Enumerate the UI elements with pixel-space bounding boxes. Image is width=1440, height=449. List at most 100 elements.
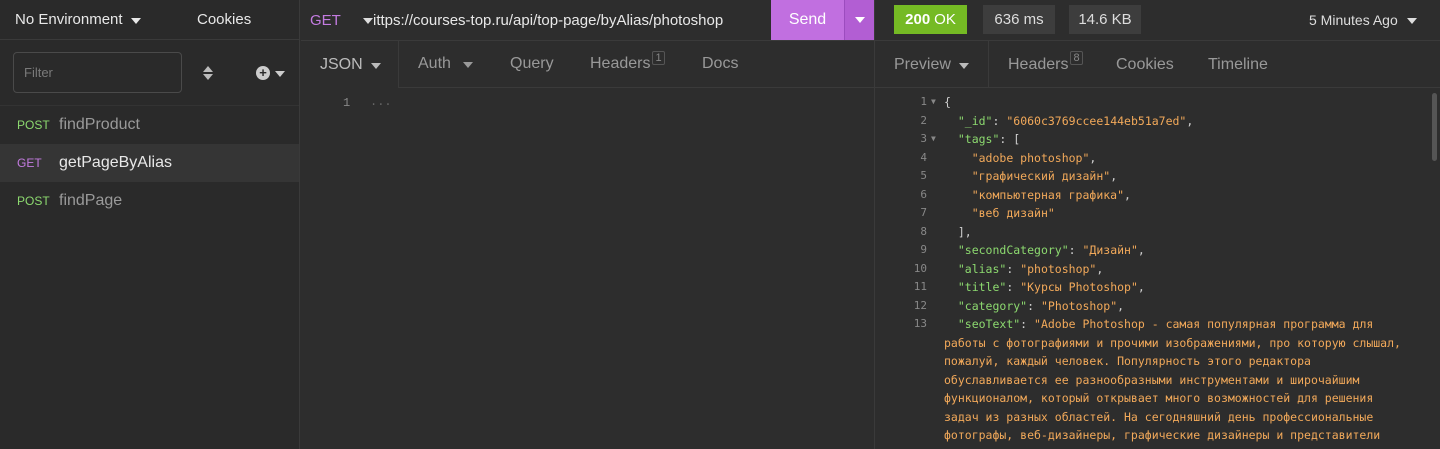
line-number: 1 [920, 95, 927, 108]
json-punct: : [1068, 243, 1083, 257]
chevron-down-icon [275, 70, 285, 77]
code-line: 6 "компьютерная графика", [875, 186, 1440, 205]
line-number: 8 [920, 224, 927, 238]
chevron-down-icon [463, 62, 474, 68]
http-method-label: GET [310, 11, 341, 29]
json-punct: , [1186, 113, 1194, 128]
request-name: findProduct [59, 116, 140, 133]
code-text: "_id": "6060c3769ccee144eb51a7ed", [944, 112, 1193, 131]
http-method-dropdown[interactable]: GET [301, 12, 373, 29]
line-number: 5 [920, 169, 927, 182]
send-options-button[interactable] [844, 0, 874, 40]
code-line: обуславливается ее разнообразными инстру… [875, 371, 1440, 390]
request-body-editor[interactable]: 1 ... [301, 89, 874, 449]
json-key: "tags" [957, 132, 1000, 146]
tab-label: Auth [418, 55, 451, 72]
code-text: пожалуй, каждый человек. Популярность эт… [944, 352, 1311, 371]
code-line: 7 "веб дизайн" [875, 204, 1440, 223]
code-line: 8 ], [875, 223, 1440, 242]
json-key: "title" [957, 280, 1007, 294]
tab-headers[interactable]: Headers 1 [590, 51, 665, 73]
json-string: "6060c3769ccee144eb51a7ed" [1006, 113, 1187, 128]
code-line: 13 "seoText": "Adobe Photoshop - самая п… [875, 315, 1440, 334]
line-number: 1 [343, 96, 351, 110]
add-request-button[interactable]: + [256, 65, 285, 80]
history-dropdown[interactable]: 5 Minutes Ago [1309, 0, 1417, 40]
json-punct: : [ [999, 132, 1021, 146]
tab-label: JSON [320, 55, 363, 73]
url-input[interactable]: ittps://courses-top.ru/api/top-page/byAl… [373, 12, 771, 29]
url-bar: GET ittps://courses-top.ru/api/top-page/… [301, 0, 874, 40]
json-punct: , [1137, 280, 1145, 294]
history-label: 5 Minutes Ago [1309, 12, 1398, 28]
code-text: "title": "Курсы Photoshop", [944, 278, 1145, 297]
code-text: "веб дизайн" [944, 204, 1055, 223]
json-punct: : [1020, 317, 1035, 331]
code-text: фотографы, веб-дизайнеры, графические ди… [944, 426, 1380, 445]
status-text: OK [934, 11, 956, 28]
chevron-down-icon [854, 17, 865, 23]
send-button[interactable]: Send [771, 0, 844, 40]
code-line: 11 "title": "Курсы Photoshop", [875, 278, 1440, 297]
json-punct: { [944, 95, 951, 109]
request-item-getpagebyalias[interactable]: GET getPageByAlias [0, 144, 299, 182]
code-line: функционалом, который открывает много во… [875, 389, 1440, 408]
code-line: 1 ▼ { [875, 93, 1440, 112]
cookies-button[interactable]: Cookies [197, 11, 251, 28]
tab-response-cookies[interactable]: Cookies [1116, 41, 1174, 88]
code-text: работы с фотографиями и прочими изображе… [944, 334, 1401, 353]
tab-docs[interactable]: Docs [702, 55, 738, 73]
request-item-findproduct[interactable]: POST findProduct [0, 106, 299, 144]
editor-placeholder: ... [370, 95, 392, 109]
line-number: 6 [920, 187, 927, 201]
line-number: 9 [920, 243, 927, 256]
environment-dropdown[interactable]: No Environment [0, 11, 190, 28]
code-text: "adobe photoshop", [944, 149, 1097, 168]
fold-icon: ▼ [931, 97, 936, 106]
tab-response-headers[interactable]: Headers 8 [1008, 41, 1083, 88]
json-key: "secondCategory" [957, 243, 1069, 257]
line-number: 4 [920, 150, 927, 164]
request-method: POST [17, 194, 50, 208]
tab-label: Preview [894, 55, 951, 73]
code-text: "category": "Photoshop", [944, 297, 1124, 316]
environment-label: No Environment [15, 11, 123, 28]
fold-icon: ▼ [931, 134, 936, 143]
json-key: "seoText" [957, 317, 1021, 331]
tab-query[interactable]: Query [510, 55, 554, 73]
json-punct: ], [957, 224, 972, 239]
json-string: "Photoshop" [1040, 298, 1118, 313]
tab-body-json[interactable]: JSON [301, 41, 399, 88]
code-text: ], [944, 223, 972, 242]
code-line: 2 "_id": "6060c3769ccee144eb51a7ed", [875, 112, 1440, 131]
code-line: задач из разных областей. На сегодняшний… [875, 408, 1440, 427]
code-text: { [944, 93, 951, 112]
chevron-down-icon [362, 18, 373, 24]
line-number: 13 [913, 317, 927, 330]
response-pane: 200 OK 636 ms 14.6 KB 5 Minutes Ago Prev… [874, 0, 1440, 449]
code-text: "alias": "photoshop", [944, 260, 1103, 279]
json-punct: , [1117, 298, 1125, 313]
headers-count-badge: 1 [652, 51, 665, 65]
line-number: 10 [913, 261, 927, 275]
json-string: "Курсы Photoshop" [1020, 280, 1138, 294]
tab-auth[interactable]: Auth [418, 55, 474, 73]
json-string: пожалуй, каждый человек. Популярность эт… [944, 354, 1311, 368]
tab-timeline[interactable]: Timeline [1208, 41, 1268, 88]
response-body-viewer[interactable]: 1 ▼{2 "_id": "6060c3769ccee144eb51a7ed", 3… [875, 89, 1440, 449]
json-string: "графический дизайн" [971, 169, 1111, 183]
request-method: POST [17, 118, 50, 132]
sort-icon[interactable] [202, 65, 214, 80]
request-item-findpage[interactable]: POST findPage [0, 182, 299, 220]
json-string: функционалом, который открывает много во… [944, 391, 1374, 405]
code-line: 10 "alias": "photoshop", [875, 260, 1440, 279]
request-tabs: JSON Auth Query Headers 1 Docs [301, 40, 874, 88]
scrollbar[interactable] [1432, 93, 1437, 161]
json-punct: , [1110, 169, 1118, 183]
code-line: фотографы, веб-дизайнеры, графические ди… [875, 426, 1440, 445]
tab-preview[interactable]: Preview [875, 41, 989, 88]
filter-input[interactable] [13, 52, 182, 93]
line-number: 12 [913, 298, 927, 312]
json-punct: , [1124, 187, 1131, 202]
line-number: 11 [913, 280, 927, 293]
